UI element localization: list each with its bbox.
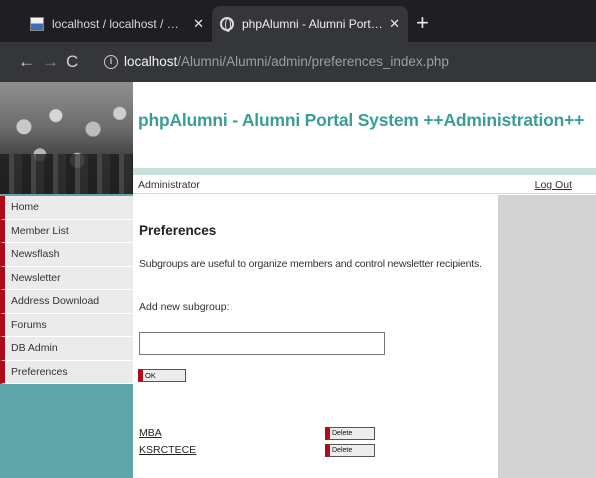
- back-arrow-icon[interactable]: ←: [18, 52, 35, 72]
- page-description: Subgroups are useful to organize members…: [139, 258, 482, 270]
- globe-icon: [220, 17, 234, 32]
- forward-arrow-icon[interactable]: →: [42, 52, 59, 72]
- phpmyadmin-icon: [30, 17, 44, 31]
- sidebar-item-forums[interactable]: Forums: [0, 313, 133, 337]
- right-column: [498, 195, 596, 478]
- new-tab-button[interactable]: +: [416, 12, 429, 34]
- tab-title: localhost / localhost / mysql / us: [52, 17, 187, 31]
- ok-button[interactable]: OK: [138, 369, 186, 382]
- user-label: Administrator: [138, 179, 200, 191]
- url-host: localhost: [124, 54, 178, 69]
- main-content: Preferences Subgroups are useful to orga…: [133, 195, 498, 478]
- tab-title: phpAlumni - Alumni Portal Syste: [242, 17, 383, 31]
- sidebar-item-db-admin[interactable]: DB Admin: [0, 337, 133, 361]
- sidebar-item-address-download[interactable]: Address Download: [0, 290, 133, 314]
- browser-tab-bar: localhost / localhost / mysql / us ✕ php…: [0, 0, 596, 42]
- header-divider: [133, 168, 596, 175]
- site-info-icon[interactable]: i: [104, 55, 118, 69]
- sidebar-item-newsflash[interactable]: Newsflash: [0, 243, 133, 267]
- graduates-banner-image: [0, 82, 133, 194]
- sidebar-item-home[interactable]: Home: [0, 196, 133, 220]
- browser-tab-phpmyadmin[interactable]: localhost / localhost / mysql / us ✕: [22, 6, 212, 42]
- site-title: phpAlumni - Alumni Portal System ++Admin…: [138, 110, 585, 130]
- subgroup-list: MBA Delete KSRCTECE Delete: [139, 427, 489, 461]
- sidebar-item-newsletter[interactable]: Newsletter: [0, 266, 133, 290]
- admin-bar: Administrator Log Out: [133, 175, 596, 194]
- url-path: /Alumni/Alumni/admin/preferences_index.p…: [177, 54, 449, 69]
- delete-button[interactable]: Delete: [325, 427, 375, 440]
- page-title: Preferences: [139, 223, 217, 238]
- sidebar: Home Member List Newsflash Newsletter Ad…: [0, 194, 133, 478]
- url-field[interactable]: localhost/Alumni/Alumni/admin/preference…: [124, 54, 449, 69]
- list-item: MBA Delete: [139, 427, 489, 444]
- site-header: phpAlumni - Alumni Portal System ++Admin…: [133, 82, 596, 168]
- add-subgroup-label: Add new subgroup:: [139, 301, 230, 313]
- sidebar-item-member-list[interactable]: Member List: [0, 219, 133, 243]
- close-icon[interactable]: ✕: [193, 16, 204, 32]
- web-page: phpAlumni - Alumni Portal System ++Admin…: [0, 82, 596, 478]
- logout-link[interactable]: Log Out: [535, 179, 572, 191]
- sidebar-item-preferences[interactable]: Preferences: [0, 360, 133, 384]
- close-icon[interactable]: ✕: [389, 16, 400, 32]
- list-item: KSRCTECE Delete: [139, 444, 489, 461]
- browser-tab-phpalumni[interactable]: phpAlumni - Alumni Portal Syste ✕: [212, 6, 408, 42]
- subgroup-link[interactable]: KSRCTECE: [139, 444, 196, 456]
- subgroup-link[interactable]: MBA: [139, 427, 162, 439]
- browser-address-bar: ← → C i localhost/Alumni/Alumni/admin/pr…: [0, 42, 596, 82]
- delete-button[interactable]: Delete: [325, 444, 375, 457]
- sidebar-menu: Home Member List Newsflash Newsletter Ad…: [0, 196, 133, 384]
- new-subgroup-input[interactable]: [139, 332, 385, 355]
- reload-icon[interactable]: C: [66, 52, 78, 72]
